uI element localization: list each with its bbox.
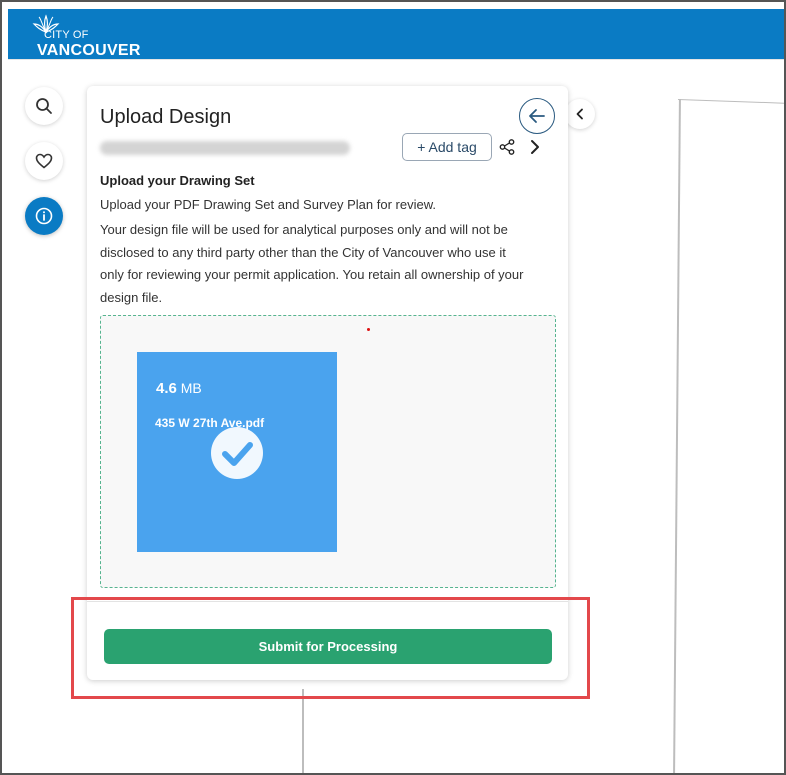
uploaded-file-card[interactable]: 4.6 MB 435 W 27th Ave.pdf xyxy=(137,352,337,552)
disclaimer-line: only for reviewing your permit applicati… xyxy=(100,267,524,282)
app-window: CITY OF VANCOUVER Upload Design + Add ta… xyxy=(0,0,786,775)
arrow-left-icon xyxy=(529,109,545,123)
file-size-value: 4.6 xyxy=(156,380,177,397)
add-tag-button[interactable]: + Add tag xyxy=(402,133,492,161)
favorites-button[interactable] xyxy=(25,142,63,180)
info-button[interactable] xyxy=(25,197,63,235)
logo-city-of: CITY OF xyxy=(44,29,89,41)
map-road-line xyxy=(302,689,304,773)
info-icon xyxy=(35,207,53,225)
instruction-text: Upload your PDF Drawing Set and Survey P… xyxy=(100,197,436,212)
section-heading: Upload your Drawing Set xyxy=(100,173,255,188)
back-button[interactable] xyxy=(519,98,555,134)
disclaimer-line: disclosed to any third party other than … xyxy=(100,244,506,260)
logo-vancouver: VANCOUVER xyxy=(37,42,141,59)
chevron-right-icon[interactable] xyxy=(528,139,542,155)
map-road-line xyxy=(677,99,784,104)
file-dropzone[interactable]: 4.6 MB 435 W 27th Ave.pdf xyxy=(100,315,556,588)
top-bar: CITY OF VANCOUVER xyxy=(8,9,784,59)
search-button[interactable] xyxy=(25,87,63,125)
chevron-left-icon xyxy=(576,108,583,120)
share-icon[interactable] xyxy=(499,139,515,155)
red-dot-marker xyxy=(367,328,370,331)
disclaimer-line: design file. xyxy=(100,289,163,305)
search-icon xyxy=(36,98,52,114)
check-circle-icon xyxy=(211,427,263,479)
upload-design-panel: Upload Design + Add tag Upload your Draw… xyxy=(87,86,568,680)
file-size-unit: MB xyxy=(180,380,202,396)
disclaimer-line: Your design file will be used for analyt… xyxy=(100,222,508,237)
collapse-panel-button[interactable] xyxy=(565,99,595,129)
map-road-line xyxy=(8,59,784,60)
map-road-line xyxy=(673,99,681,773)
highlight-box xyxy=(71,597,590,699)
panel-title: Upload Design xyxy=(100,106,232,128)
file-size: 4.6 MB xyxy=(156,380,202,397)
address-redacted xyxy=(100,141,350,155)
heart-icon xyxy=(35,153,53,169)
